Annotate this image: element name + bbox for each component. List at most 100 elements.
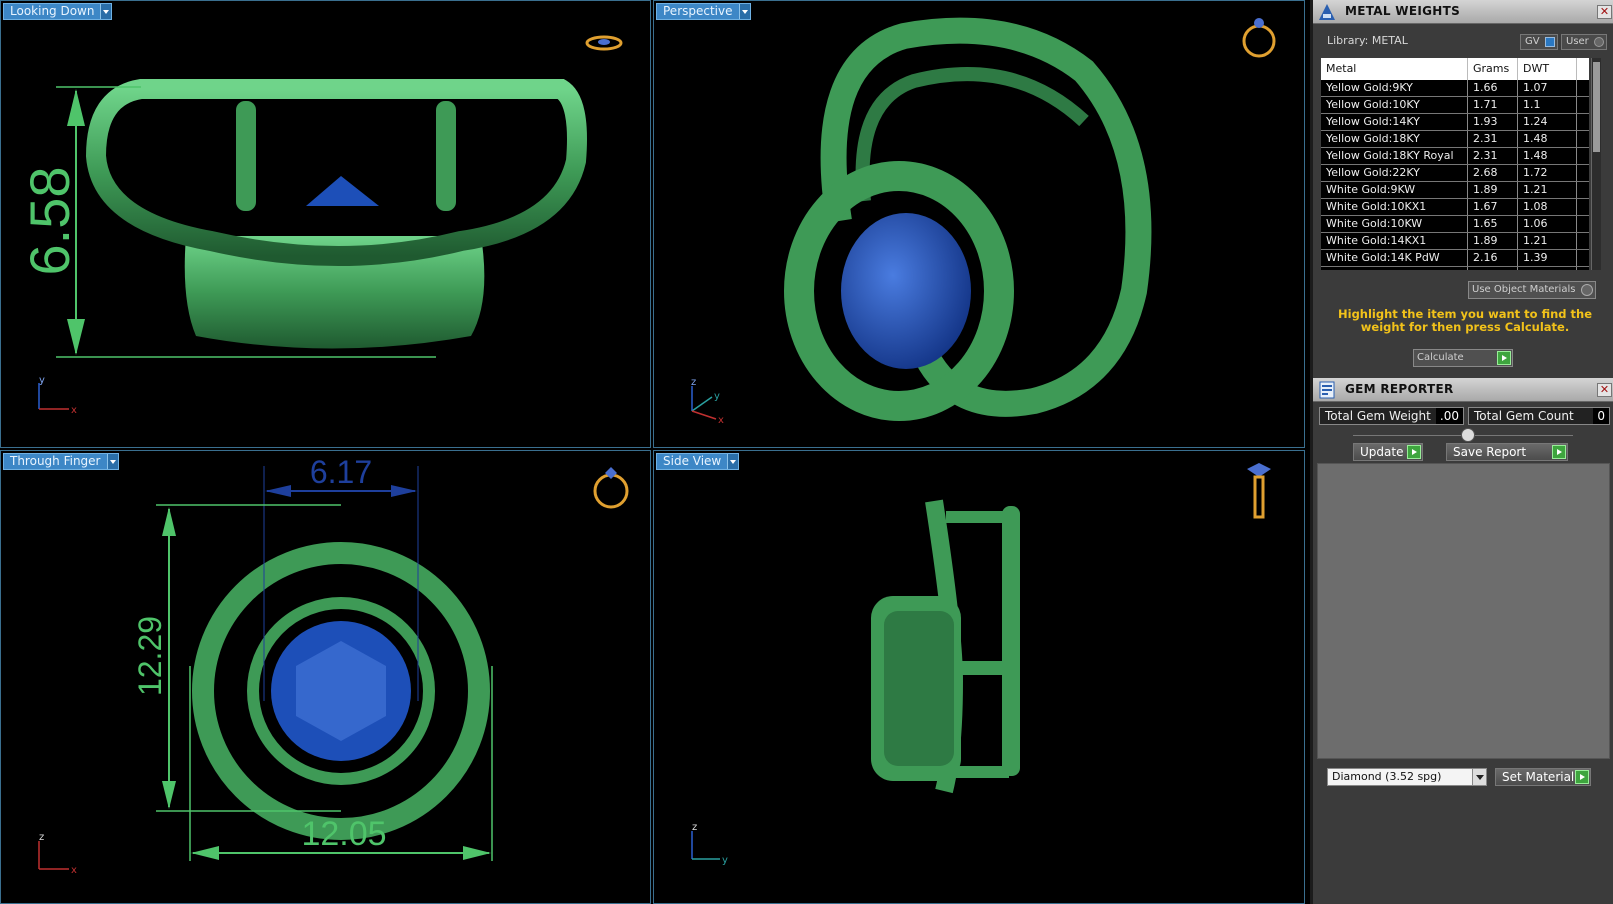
dwt-cell: 1.48 xyxy=(1518,131,1577,147)
grams-cell: 2.16 xyxy=(1468,250,1518,266)
grams-cell: 1.67 xyxy=(1468,199,1518,215)
dim-ring-height: 12.29 xyxy=(132,616,168,696)
ring-front-icon[interactable] xyxy=(593,467,629,509)
gem-reporter-title: GEM REPORTER xyxy=(1345,382,1454,396)
table-row[interactable]: White Gold:9KW 1.89 1.21 xyxy=(1321,182,1589,199)
table-row[interactable]: Yellow Gold:18KY 2.31 1.48 xyxy=(1321,131,1589,148)
splitter-handle[interactable] xyxy=(1461,428,1475,442)
table-scrollbar[interactable] xyxy=(1591,58,1601,270)
ring-top-icon[interactable] xyxy=(585,35,623,51)
metal-name-cell: Yellow Gold:14KY xyxy=(1321,114,1468,130)
svg-text:z: z xyxy=(39,832,44,843)
through-finger-scene: 6.17 12.29 12.05 z x xyxy=(38,454,629,876)
column-header-grams: Grams xyxy=(1468,58,1518,80)
svg-text:x: x xyxy=(718,415,724,426)
viewport-label-through-finger[interactable]: Through Finger xyxy=(3,453,119,470)
table-row[interactable]: White Gold:10KW 1.65 1.06 xyxy=(1321,216,1589,233)
save-report-button[interactable]: Save Report xyxy=(1446,443,1568,461)
svg-text:y: y xyxy=(39,375,45,386)
viewport-side-view[interactable]: z y Side View xyxy=(653,450,1305,904)
use-object-materials-toggle[interactable]: Use Object Materials xyxy=(1468,281,1596,299)
dwt-cell: 1.20 xyxy=(1518,267,1577,270)
table-row[interactable]: White Gold:10KX1 1.67 1.08 xyxy=(1321,199,1589,216)
report-icon xyxy=(1319,381,1335,399)
grams-cell: 1.71 xyxy=(1468,97,1518,113)
table-row[interactable]: Yellow Gold:14KY 1.93 1.24 xyxy=(1321,114,1589,131)
user-toggle[interactable]: User xyxy=(1561,34,1607,50)
grams-cell: 1.65 xyxy=(1468,216,1518,232)
svg-text:y: y xyxy=(714,391,720,402)
metal-name-cell: White Gold:14K PdW xyxy=(1321,250,1468,266)
library-label: Library: METAL xyxy=(1327,34,1408,47)
dwt-cell: 1.39 xyxy=(1518,250,1577,266)
viewport-label-perspective[interactable]: Perspective xyxy=(656,3,751,20)
table-row[interactable]: White Gold:14KW1.871.20 xyxy=(1321,267,1589,270)
table-row[interactable]: Yellow Gold:18KY Royal 2.31 1.48 xyxy=(1321,148,1589,165)
chevron-down-icon xyxy=(1472,769,1486,785)
metal-name-cell: White Gold:14KW xyxy=(1321,267,1468,270)
viewport-dropdown-icon[interactable] xyxy=(738,4,750,19)
viewport-dropdown-icon[interactable] xyxy=(727,454,739,469)
grams-cell: 1.89 xyxy=(1468,182,1518,198)
table-row[interactable]: Yellow Gold:22KY 2.68 1.72 xyxy=(1321,165,1589,182)
ring-bar-right xyxy=(436,101,456,211)
dim-ring-width: 12.05 xyxy=(301,815,386,853)
table-row[interactable]: Yellow Gold:9KY 1.66 1.07 xyxy=(1321,80,1589,97)
shank-side-back xyxy=(1002,506,1020,776)
viewport-perspective[interactable]: z y x Perspective xyxy=(653,0,1305,448)
metal-name-cell: White Gold:10KX1 xyxy=(1321,199,1468,215)
gem-top xyxy=(306,176,379,206)
metal-name-cell: White Gold:9KW xyxy=(1321,182,1468,198)
metal-name-cell: Yellow Gold:10KY xyxy=(1321,97,1468,113)
table-row[interactable]: White Gold:14K PdW 2.16 1.39 xyxy=(1321,250,1589,267)
dwt-cell: 1.21 xyxy=(1518,182,1577,198)
metal-weights-title: METAL WEIGHTS xyxy=(1345,4,1461,18)
side-view-scene: z y xyxy=(691,463,1271,866)
grams-cell: 1.87 xyxy=(1468,267,1518,270)
table-row[interactable]: White Gold:14KX1 1.89 1.21 xyxy=(1321,233,1589,250)
grams-cell: 1.89 xyxy=(1468,233,1518,249)
svg-text:x: x xyxy=(71,405,77,416)
axis-gizmo: z y xyxy=(691,822,728,866)
dwt-cell: 1.72 xyxy=(1518,165,1577,181)
axis-gizmo: z x xyxy=(38,832,77,876)
table-header: Metal Grams DWT xyxy=(1321,58,1589,80)
viewport-dropdown-icon[interactable] xyxy=(100,4,112,19)
ring-icon[interactable] xyxy=(1242,18,1276,58)
dim-gem-width: 6.17 xyxy=(310,454,372,490)
viewport-looking-down[interactable]: 6.58 y x Looking Down xyxy=(0,0,651,448)
set-material-button[interactable]: Set Material xyxy=(1495,768,1591,786)
svg-text:z: z xyxy=(692,822,697,833)
svg-text:z: z xyxy=(691,377,696,388)
dim-height: 6.58 xyxy=(18,167,81,276)
ring-shank xyxy=(85,79,587,266)
update-button[interactable]: Update xyxy=(1353,443,1423,461)
viewport-through-finger[interactable]: 6.17 12.29 12.05 z x Through Finger xyxy=(0,450,651,904)
metal-name-cell: Yellow Gold:9KY xyxy=(1321,80,1468,96)
metal-weights-table[interactable]: Metal Grams DWT Yellow Gold:9KY 1.66 1.07 Y… xyxy=(1321,58,1589,270)
total-gem-weight-value: .00 xyxy=(1435,408,1463,424)
close-icon[interactable]: ✕ xyxy=(1597,5,1612,19)
metal-weights-header: METAL WEIGHTS ✕ xyxy=(1313,0,1613,24)
total-gem-weight: Total Gem Weight .00 xyxy=(1319,407,1464,425)
dwt-cell: 1.24 xyxy=(1518,114,1577,130)
metal-name-cell: White Gold:10KW xyxy=(1321,216,1468,232)
gv-toggle[interactable]: GV xyxy=(1520,34,1558,50)
ring-side-icon[interactable] xyxy=(1247,463,1271,519)
axis-gizmo: y x xyxy=(38,375,77,416)
table-row[interactable]: Yellow Gold:10KY 1.71 1.1 xyxy=(1321,97,1589,114)
column-header-metal: Metal xyxy=(1321,58,1468,80)
grams-cell: 1.93 xyxy=(1468,114,1518,130)
svg-text:y: y xyxy=(722,855,728,866)
perspective-scene: z y x xyxy=(691,17,1276,426)
dwt-cell: 1.21 xyxy=(1518,233,1577,249)
calculate-button[interactable]: Calculate xyxy=(1413,349,1513,367)
gem-report-area[interactable] xyxy=(1317,463,1610,759)
close-icon[interactable]: ✕ xyxy=(1597,383,1612,397)
material-select[interactable]: Diamond (3.52 spg) xyxy=(1327,768,1487,786)
viewport-label-side-view[interactable]: Side View xyxy=(656,453,740,470)
grams-cell: 2.31 xyxy=(1468,148,1518,164)
viewport-label-looking-down[interactable]: Looking Down xyxy=(3,3,113,20)
metal-name-cell: Yellow Gold:18KY Royal xyxy=(1321,148,1468,164)
viewport-dropdown-icon[interactable] xyxy=(106,454,118,469)
